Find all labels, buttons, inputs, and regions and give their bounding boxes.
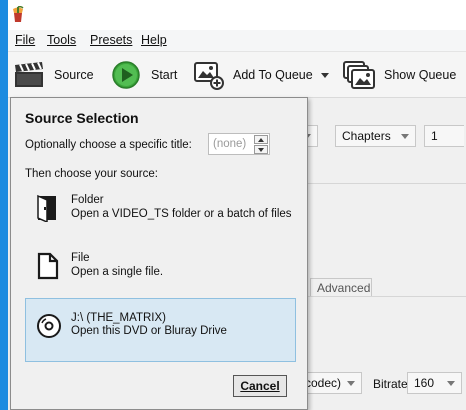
menu-help[interactable]: Help — [141, 33, 167, 47]
menu-presets-label: Presets — [90, 33, 133, 47]
source-label: Source — [54, 68, 94, 82]
chevron-down-icon[interactable] — [320, 72, 329, 78]
range-start-value: 1 — [431, 129, 438, 143]
bitrate-label: Bitrate — [373, 377, 408, 391]
audio-codec-value: codec) — [305, 376, 342, 390]
menu-tools[interactable]: Tools — [47, 33, 76, 47]
bitrate-value: 160 — [414, 376, 435, 390]
range-mode-value: Chapters — [342, 129, 391, 143]
title-spinner[interactable]: (none) — [208, 133, 270, 155]
add-to-queue-label: Add To Queue — [233, 68, 313, 82]
show-queue-label: Show Queue — [384, 68, 457, 82]
spinner-down-button[interactable] — [254, 145, 268, 154]
panel-title: Source Selection — [25, 110, 139, 126]
cancel-button[interactable]: Cancel — [233, 375, 287, 397]
source-selection-panel: Source Selection Optionally choose a spe… — [10, 97, 308, 410]
toolbar: Source Start Add To Queue Show Queue — [8, 52, 466, 98]
chevron-down-icon — [447, 381, 455, 386]
source-option-dvd-drive[interactable]: J:\ (THE_MATRIX) Open this DVD or Bluray… — [25, 298, 296, 362]
play-icon — [109, 58, 143, 92]
option-name: J:\ (THE_MATRIX) — [71, 312, 166, 324]
clapperboard-icon — [12, 58, 46, 92]
option-name: File — [71, 252, 90, 264]
option-description: Open a VIDEO_TS folder or a batch of fil… — [71, 208, 292, 220]
disc-icon — [37, 314, 61, 338]
menu-tools-label: Tools — [47, 33, 77, 47]
source-option-folder[interactable]: Folder Open a VIDEO_TS folder or a batch… — [25, 188, 296, 252]
divider — [308, 183, 466, 184]
spinner-up-button[interactable] — [254, 135, 268, 144]
folder-icon — [37, 194, 56, 222]
title-bar — [0, 0, 466, 30]
title-spinner-value: (none) — [213, 138, 247, 150]
menu-file-label: File — [15, 33, 36, 47]
show-queue-icon — [342, 58, 376, 92]
add-to-queue-icon — [191, 58, 225, 92]
menu-bar: File Tools Presets Help — [8, 30, 466, 52]
bitrate-select[interactable]: 160 — [407, 372, 462, 394]
option-name: Folder — [71, 194, 104, 206]
start-button[interactable]: Start — [109, 52, 177, 98]
file-icon — [37, 252, 59, 280]
choose-source-label: Then choose your source: — [25, 168, 158, 180]
menu-help-label: Help — [141, 33, 167, 47]
range-mode-select[interactable]: Chapters — [335, 125, 416, 147]
menu-file[interactable]: File — [15, 33, 35, 47]
choose-title-label: Optionally choose a specific title: — [25, 139, 192, 151]
tab-advanced[interactable]: Advanced — [310, 278, 372, 296]
add-to-queue-button[interactable]: Add To Queue — [191, 52, 329, 98]
chevron-down-icon — [347, 381, 355, 386]
window-frame — [0, 0, 8, 410]
option-description: Open a single file. — [71, 266, 164, 278]
handbrake-app-icon — [13, 6, 24, 22]
start-label: Start — [151, 68, 178, 82]
show-queue-button[interactable]: Show Queue — [342, 52, 456, 98]
option-description: Open this DVD or Bluray Drive — [71, 325, 227, 337]
menu-presets[interactable]: Presets — [90, 33, 132, 47]
tab-divider — [308, 296, 466, 297]
chevron-down-icon — [401, 134, 409, 139]
range-start-select[interactable]: 1 — [424, 125, 464, 147]
tab-advanced-label: Advanced — [317, 281, 371, 295]
source-button[interactable]: Source — [12, 52, 94, 98]
